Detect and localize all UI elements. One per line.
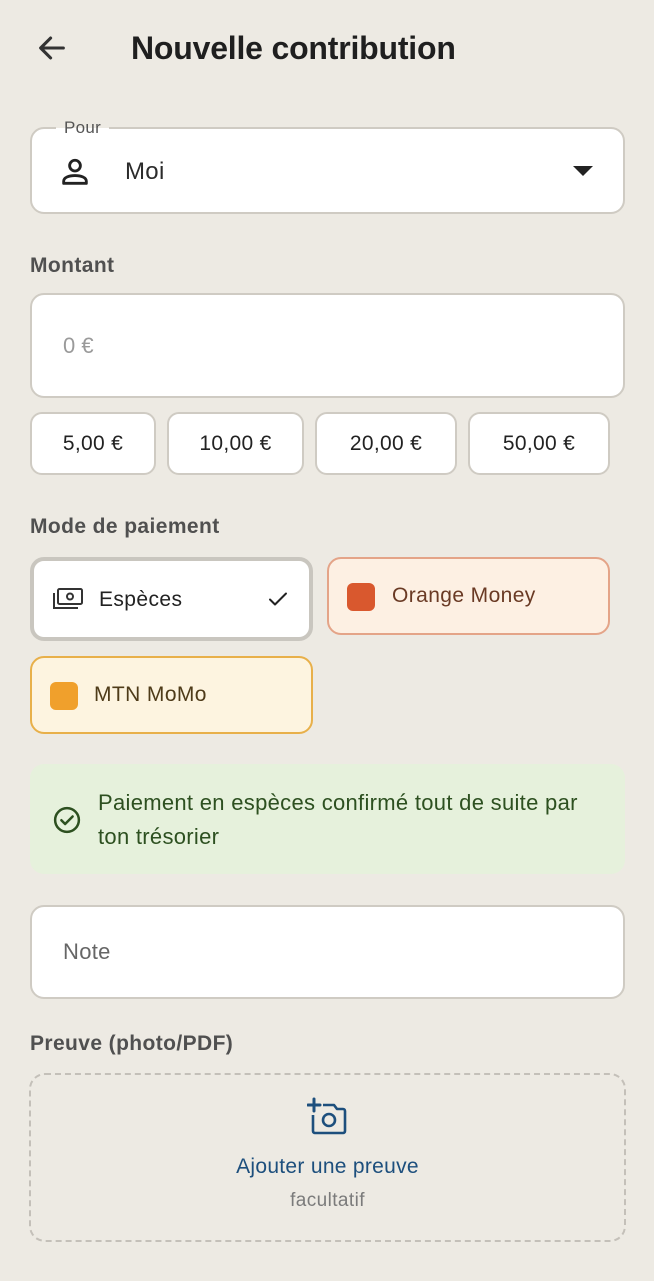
person-icon	[58, 155, 92, 194]
payment-info-text: Paiement en espèces confirmé tout de sui…	[98, 790, 578, 849]
amount-field[interactable]	[30, 293, 625, 398]
arrow-left-icon	[39, 36, 65, 60]
proof-label: Preuve (photo/PDF)	[30, 1032, 234, 1055]
add-proof-label: Ajouter une preuve	[236, 1155, 419, 1178]
payment-option-label: MTN MoMo	[94, 683, 207, 706]
amount-input[interactable]	[32, 295, 623, 396]
orange-money-swatch	[347, 583, 375, 611]
payment-mode-label: Mode de paiement	[30, 515, 220, 538]
optional-label: facultatif	[290, 1190, 365, 1211]
cash-icon	[52, 587, 84, 619]
payment-option-mtn-momo[interactable]: MTN MoMo	[30, 656, 313, 734]
pour-select[interactable]: Pour Moi	[30, 118, 625, 214]
mtn-momo-swatch	[50, 682, 78, 710]
page-title: Nouvelle contribution	[131, 30, 456, 66]
payment-option-label: Espèces	[99, 588, 183, 611]
payment-option-especes[interactable]: Espèces	[30, 557, 313, 641]
dropdown-caret-icon	[573, 166, 593, 176]
payment-option-orange-money[interactable]: Orange Money	[327, 557, 610, 635]
check-icon	[265, 587, 291, 617]
add-photo-icon	[306, 1097, 349, 1142]
back-button[interactable]	[28, 24, 76, 72]
pour-label: Pour	[56, 118, 110, 138]
check-circle-icon	[52, 805, 82, 840]
add-proof-dropzone[interactable]: Ajouter une preuve facultatif	[29, 1073, 626, 1242]
note-field[interactable]	[30, 905, 625, 999]
payment-option-label: Orange Money	[392, 584, 536, 607]
preset-10-button[interactable]: 10,00 €	[167, 412, 304, 475]
montant-label: Montant	[30, 254, 115, 277]
preset-50-button[interactable]: 50,00 €	[468, 412, 610, 475]
preset-5-button[interactable]: 5,00 €	[30, 412, 156, 475]
preset-20-button[interactable]: 20,00 €	[315, 412, 457, 475]
pour-value: Moi	[125, 158, 165, 185]
payment-info-banner: Paiement en espèces confirmé tout de sui…	[30, 764, 625, 874]
note-input[interactable]	[32, 907, 623, 997]
